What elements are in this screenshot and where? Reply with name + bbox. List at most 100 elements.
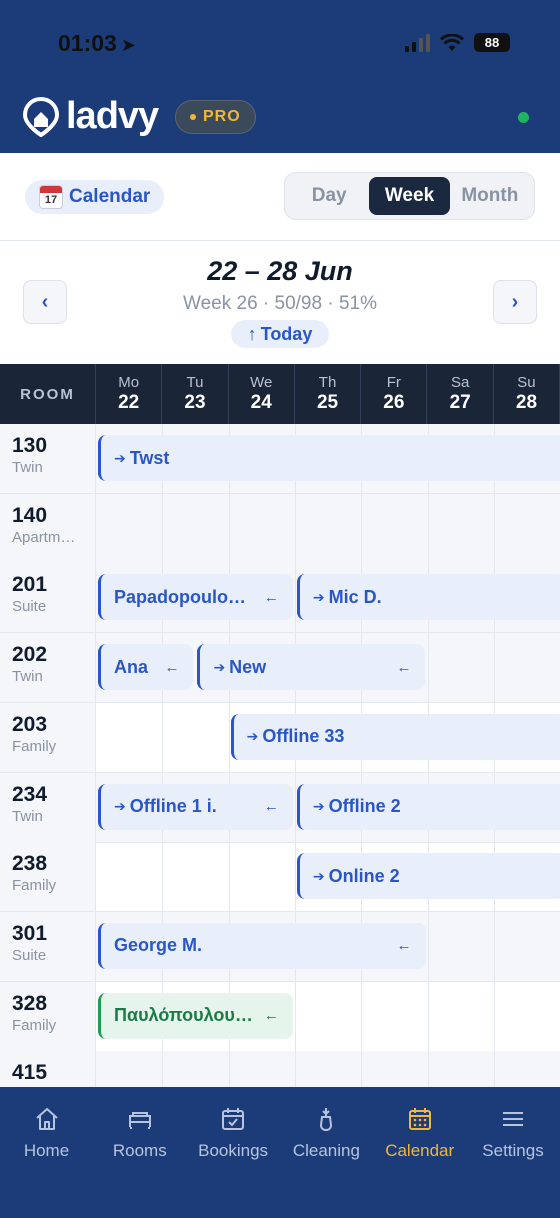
room-number: 328 xyxy=(12,991,48,1015)
next-week-button[interactable]: › xyxy=(493,280,537,324)
room-cell[interactable]: 202 Twin xyxy=(0,633,96,703)
room-number: 202 xyxy=(12,643,48,667)
room-row: 202 Twin Ana ← ➔ New ← xyxy=(0,633,560,704)
tab-cleaning[interactable]: Cleaning xyxy=(280,1105,373,1161)
day-cell-divider xyxy=(493,493,495,563)
booking-bar[interactable]: ➔ Offline 2 xyxy=(296,783,560,830)
day-name: Su xyxy=(517,374,536,391)
booking-bar[interactable]: ➔ Mic D. xyxy=(296,574,560,621)
room-type: Suite xyxy=(12,598,47,616)
arrival-arrow-icon: ➔ xyxy=(114,798,126,814)
week-title: 22 – 28 Jun xyxy=(207,256,353,286)
room-grid[interactable]: 130 Twin ➔ Twst 140 Apartm… 201 Suite Papadopou… xyxy=(0,424,560,1087)
day-number: 25 xyxy=(316,392,339,413)
online-status-dot xyxy=(518,112,529,123)
day-cell-divider xyxy=(427,1051,429,1087)
booking-bar[interactable]: Παυλόπουλου… ← xyxy=(98,992,293,1039)
room-cell[interactable]: 234 Twin xyxy=(0,772,96,842)
grid-header: ROOM Mo 22 Tu 23 We 24 Th 25 Fr 26 Sa 27 Su 28 xyxy=(0,364,560,424)
room-cell[interactable]: 130 Twin xyxy=(0,424,96,493)
room-column-header: ROOM xyxy=(0,364,96,424)
room-number: 415 xyxy=(12,1061,48,1085)
day-number: 24 xyxy=(250,392,272,413)
booking-bar[interactable]: George M. ← xyxy=(98,922,426,969)
booking-bar[interactable]: Ana ← xyxy=(98,644,194,691)
wifi-icon xyxy=(440,33,464,51)
day-header[interactable]: Sa 27 xyxy=(428,364,494,424)
view-day-button[interactable]: Day xyxy=(289,177,369,215)
booking-bar[interactable]: ➔ Twst xyxy=(98,435,560,481)
calendar-emoji-icon: 17 xyxy=(39,185,63,209)
calendar-chip[interactable]: 17 Calendar xyxy=(25,180,165,214)
tab-label: Rooms xyxy=(112,1141,167,1160)
day-name: We xyxy=(250,374,273,391)
booking-bar[interactable]: ➔ Offline 1 i. ← xyxy=(98,783,293,830)
day-cell-divider xyxy=(493,633,495,703)
view-month-button[interactable]: Month xyxy=(450,177,530,215)
room-number: 301 xyxy=(12,921,48,945)
room-cell[interactable]: 140 Apartm… xyxy=(0,493,96,563)
room-cell[interactable]: 201 Suite xyxy=(0,563,96,633)
day-header[interactable]: Th 25 xyxy=(295,364,362,424)
day-header[interactable]: Su 28 xyxy=(494,364,560,424)
tab-label: Home xyxy=(23,1141,70,1160)
day-name: Sa xyxy=(450,374,470,391)
day-number: 23 xyxy=(184,392,206,413)
room-row: 130 Twin ➔ Twst xyxy=(0,424,560,494)
tab-calendar[interactable]: Calendar xyxy=(373,1105,466,1161)
booking-bar[interactable]: ➔ Online 2 xyxy=(296,853,560,900)
tab-home[interactable]: Home xyxy=(0,1105,93,1161)
room-type: Family xyxy=(12,1016,57,1034)
week-subtitle: Week 26 · 50/98 · 51% xyxy=(183,293,377,314)
day-cell-divider xyxy=(361,981,363,1051)
logo-text: ladvy xyxy=(66,95,159,137)
view-week-button[interactable]: Week xyxy=(369,177,450,215)
room-cell[interactable]: 328 Family xyxy=(0,981,96,1051)
room-cell[interactable]: 301 Suite xyxy=(0,911,96,981)
day-cell-divider xyxy=(493,1051,495,1087)
booking-guest-name: Παυλόπουλου… xyxy=(114,1005,253,1026)
day-cell-divider xyxy=(427,493,429,563)
top-bar: 01:03 ➤ 88 ladvy PRO xyxy=(0,0,560,153)
room-cell[interactable]: 415 xyxy=(0,1051,96,1087)
booking-bar[interactable]: ➔ Offline 33 xyxy=(230,713,560,760)
row-background xyxy=(96,1051,560,1087)
day-cell-divider xyxy=(427,911,429,981)
bottom-tab-bar: Home Rooms Bookings Cleaning Calendar Setting… xyxy=(0,1087,560,1218)
booking-guest-name: Online 2 xyxy=(328,865,400,886)
tab-settings[interactable]: Settings xyxy=(467,1105,560,1161)
room-row: 238 Family ➔ Online 2 xyxy=(0,842,560,913)
battery-icon: 88 xyxy=(474,33,510,52)
tab-rooms[interactable]: Rooms xyxy=(93,1105,186,1161)
pro-dot-icon xyxy=(190,114,196,120)
departure-arrow-icon: ← xyxy=(396,937,412,955)
day-header[interactable]: Tu 23 xyxy=(162,364,229,424)
pro-badge[interactable]: PRO xyxy=(175,100,256,134)
room-cell[interactable]: 203 Family xyxy=(0,702,96,772)
booking-bar[interactable]: ➔ New ← xyxy=(197,644,426,691)
booking-guest-name: George M. xyxy=(114,935,203,956)
day-header[interactable]: Fr 26 xyxy=(361,364,428,424)
day-name: Tu xyxy=(186,374,204,391)
bed-icon xyxy=(128,1112,151,1129)
room-number: 201 xyxy=(12,573,48,597)
calendar-chip-label: Calendar xyxy=(69,186,151,207)
day-header[interactable]: We 24 xyxy=(229,364,295,424)
booking-guest-name: Offline 33 xyxy=(262,726,345,747)
day-header[interactable]: Mo 22 xyxy=(96,364,163,424)
day-cell-divider xyxy=(361,1051,363,1087)
booking-bar[interactable]: Papadopoulo… ← xyxy=(98,574,293,621)
day-number: 27 xyxy=(449,392,471,413)
day-cell-divider xyxy=(427,981,429,1051)
status-time: 01:03 ➤ xyxy=(58,30,136,57)
clock-text: 01:03 xyxy=(58,30,117,56)
room-type: Suite xyxy=(12,946,47,964)
room-type: Twin xyxy=(12,807,43,825)
today-button[interactable]: ↑ Today xyxy=(231,320,329,348)
room-cell[interactable]: 238 Family xyxy=(0,842,96,912)
tab-bookings[interactable]: Bookings xyxy=(187,1105,280,1161)
day-cell-divider xyxy=(228,702,230,772)
room-type: Family xyxy=(12,737,57,755)
day-name: Fr xyxy=(386,374,401,391)
day-cell-divider xyxy=(294,981,296,1051)
